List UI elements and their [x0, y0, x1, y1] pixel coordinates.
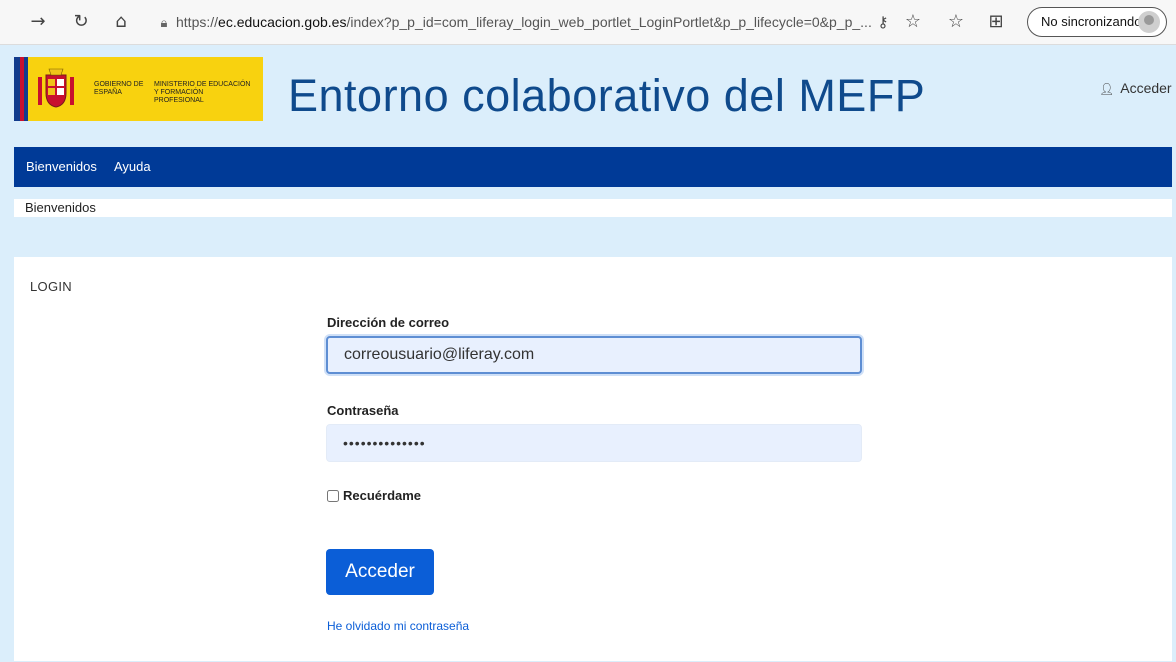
nav-item-ayuda[interactable]: Ayuda	[114, 147, 151, 187]
password-field[interactable]	[326, 424, 862, 462]
forgot-password-link[interactable]: He olvidado mi contraseña	[327, 619, 469, 633]
main-navbar: Bienvenidos Ayuda	[14, 147, 1172, 187]
browser-toolbar: → ↻ ⌂ 🔒︎ https://ec.educacion.gob.es/inde…	[0, 0, 1176, 45]
email-label: Dirección de correo	[327, 315, 450, 330]
favorites-icon[interactable]: ☆	[944, 10, 968, 34]
breadcrumb: Bienvenidos	[14, 199, 1172, 217]
home-icon[interactable]: ⌂	[109, 10, 133, 34]
email-field[interactable]	[326, 336, 862, 374]
lock-icon: 🔒︎	[160, 16, 168, 31]
url-path: /index?p_p_id=com_liferay_login_web_port…	[346, 14, 872, 30]
sign-in-label: Acceder	[1120, 80, 1172, 96]
breadcrumb-item[interactable]: Bienvenidos	[25, 199, 96, 217]
remember-checkbox[interactable]	[327, 490, 339, 502]
forward-icon[interactable]: →	[26, 10, 50, 34]
coat-of-arms-icon	[38, 68, 74, 108]
profile-sync-button[interactable]: No sincronizando	[1027, 7, 1167, 37]
site-title: Entorno colaborativo del MEFP	[288, 70, 926, 121]
government-logo[interactable]: GOBIERNO DE ESPAÑA MINISTERIO DE EDUCACI…	[14, 57, 263, 121]
sync-label: No sincronizando	[1041, 14, 1142, 29]
nav-item-bienvenidos[interactable]: Bienvenidos	[26, 147, 97, 187]
logo-text-gobierno: GOBIERNO DE ESPAÑA	[94, 81, 144, 96]
logo-text-ministerio: MINISTERIO DE EDUCACIÓN Y FORMACIÓN PROF…	[154, 81, 251, 104]
eu-flag-icon	[14, 57, 28, 121]
profile-avatar-icon	[1138, 11, 1160, 33]
reload-icon[interactable]: ↻	[69, 10, 93, 34]
user-icon: 👤︎	[1099, 82, 1115, 96]
password-label: Contraseña	[327, 403, 399, 418]
url-scheme: https://	[176, 14, 219, 30]
url-domain: ec.educacion.gob.es	[218, 14, 347, 30]
remember-label: Recuérdame	[343, 488, 422, 503]
sign-in-link[interactable]: 👤︎ Acceder	[1099, 80, 1172, 96]
login-title: LOGIN	[30, 279, 72, 294]
login-submit-button[interactable]: Acceder	[326, 549, 434, 595]
remember-me[interactable]: Recuérdame	[327, 488, 421, 503]
collections-icon[interactable]: ⊞	[984, 10, 1008, 34]
address-bar[interactable]: 🔒︎ https://ec.educacion.gob.es/index?p_p_…	[152, 8, 892, 36]
add-favorite-icon[interactable]: ☆	[901, 10, 925, 34]
key-icon[interactable]: ⚷	[871, 10, 895, 34]
